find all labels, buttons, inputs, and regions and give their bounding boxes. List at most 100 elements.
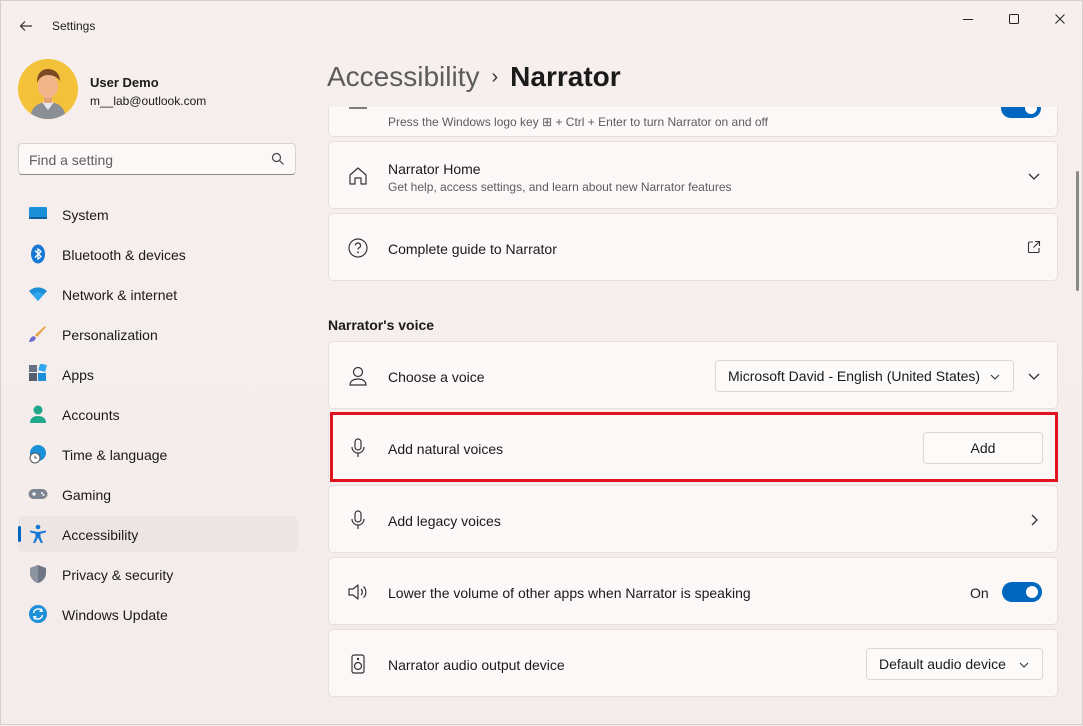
bluetooth-icon — [28, 244, 48, 264]
sidebar-item-label: Personalization — [62, 327, 158, 343]
narrator-guide-title: Complete guide to Narrator — [388, 241, 557, 257]
sidebar-nav: System Bluetooth & devices Network & int… — [18, 196, 298, 636]
maximize-icon — [1009, 14, 1019, 24]
user-email: m__lab@outlook.com — [90, 94, 207, 108]
toggle-knob — [1025, 107, 1037, 114]
narrator-shortcut-description: Press the Windows logo key ⊞ + Ctrl + En… — [388, 115, 769, 129]
narrator-home-title: Narrator Home — [388, 161, 481, 177]
audio-output-card: Narrator audio output device Default aud… — [328, 629, 1058, 697]
chevron-right-icon[interactable] — [1027, 513, 1041, 532]
choose-voice-title: Choose a voice — [388, 369, 485, 385]
speaker-icon — [347, 581, 369, 603]
choose-voice-card[interactable]: Choose a voice Microsoft David - English… — [328, 341, 1058, 409]
sidebar-item-label: Accounts — [62, 407, 120, 423]
person-icon — [28, 404, 48, 424]
sidebar-item-network[interactable]: Network & internet — [18, 276, 298, 312]
legacy-voices-title: Add legacy voices — [388, 513, 501, 529]
voice-dropdown[interactable]: Microsoft David - English (United States… — [715, 360, 1014, 392]
narrator-guide-card[interactable]: Complete guide to Narrator — [328, 213, 1058, 281]
sidebar-item-accounts[interactable]: Accounts — [18, 396, 298, 432]
voice-dropdown-value: Microsoft David - English (United States… — [728, 368, 981, 384]
title-bar: Settings — [1, 1, 1082, 49]
breadcrumb-separator: › — [491, 66, 499, 88]
chevron-down-icon — [989, 370, 1001, 386]
apps-icon — [28, 363, 48, 384]
gamepad-icon — [28, 484, 48, 504]
sidebar-item-apps[interactable]: Apps — [18, 356, 298, 392]
scrollbar-thumb[interactable] — [1076, 171, 1079, 291]
shield-icon — [28, 564, 48, 584]
narrator-home-description: Get help, access settings, and learn abo… — [388, 180, 732, 194]
minimize-button[interactable] — [945, 7, 991, 31]
settings-window: Settings User Demo m__lab@outlook.com Fi… — [0, 0, 1083, 725]
audio-device-icon — [347, 653, 369, 675]
sidebar-item-label: Gaming — [62, 487, 112, 503]
search-input[interactable]: Find a setting — [18, 143, 296, 175]
breadcrumb: Accessibility › Narrator — [327, 61, 621, 93]
audio-output-value: Default audio device — [879, 656, 1006, 672]
back-button[interactable] — [13, 13, 39, 39]
sidebar-item-accessibility[interactable]: Accessibility — [18, 516, 298, 552]
sidebar-item-label: Privacy & security — [62, 567, 174, 583]
natural-voices-title: Add natural voices — [388, 441, 504, 457]
narrator-toggle[interactable] — [1001, 107, 1041, 118]
avatar — [18, 59, 78, 119]
settings-content: Press the Windows logo key ⊞ + Ctrl + En… — [327, 107, 1059, 726]
sidebar-item-label: Bluetooth & devices — [62, 247, 186, 263]
open-external-icon[interactable] — [1027, 240, 1041, 259]
microphone-icon — [347, 509, 369, 531]
sidebar-item-label: Windows Update — [62, 607, 168, 623]
update-icon — [28, 604, 48, 624]
sidebar-item-label: Accessibility — [62, 527, 139, 543]
avatar-image — [18, 59, 78, 119]
sidebar-item-bluetooth[interactable]: Bluetooth & devices — [18, 236, 298, 272]
accessibility-icon — [28, 524, 48, 544]
sidebar-item-personalization[interactable]: Personalization — [18, 316, 298, 352]
user-name: User Demo — [90, 75, 159, 90]
narrator-voice-heading: Narrator's voice — [328, 317, 435, 333]
microphone-icon — [347, 437, 369, 459]
wifi-icon — [28, 284, 48, 304]
natural-voices-card: Add natural voices Add — [328, 413, 1058, 481]
brush-icon — [28, 324, 48, 344]
chevron-down-icon[interactable] — [1027, 369, 1041, 388]
search-icon — [271, 152, 285, 171]
add-natural-voices-button[interactable]: Add — [923, 432, 1043, 464]
maximize-button[interactable] — [991, 7, 1037, 31]
lower-volume-toggle[interactable] — [1002, 582, 1042, 602]
page-title: Narrator — [510, 61, 621, 92]
lower-volume-state: On — [970, 585, 989, 601]
globe-clock-icon — [28, 444, 48, 464]
toggle-knob — [1026, 586, 1038, 598]
sidebar-item-label: Network & internet — [62, 287, 178, 303]
person-voice-icon — [347, 365, 369, 387]
app-title: Settings — [52, 19, 96, 33]
monitor-icon — [28, 204, 48, 224]
home-icon — [347, 165, 369, 187]
audio-output-dropdown[interactable]: Default audio device — [866, 648, 1043, 680]
narrator-home-card[interactable]: Narrator Home Get help, access settings,… — [328, 141, 1058, 209]
sidebar-item-gaming[interactable]: Gaming — [18, 476, 298, 512]
chevron-down-icon — [1018, 658, 1030, 674]
lower-volume-card: Lower the volume of other apps when Narr… — [328, 557, 1058, 625]
search-placeholder: Find a setting — [29, 152, 114, 168]
sidebar-item-label: Apps — [62, 367, 94, 383]
help-icon — [347, 237, 369, 259]
sidebar-item-windows-update[interactable]: Windows Update — [18, 596, 298, 632]
legacy-voices-card[interactable]: Add legacy voices — [328, 485, 1058, 553]
minimize-icon — [963, 19, 973, 20]
sidebar-item-time-language[interactable]: Time & language — [18, 436, 298, 472]
sidebar-item-system[interactable]: System — [18, 196, 298, 232]
close-button[interactable] — [1037, 7, 1083, 31]
back-arrow-icon — [19, 21, 32, 31]
sidebar-item-label: Time & language — [62, 447, 168, 463]
audio-output-title: Narrator audio output device — [388, 657, 565, 673]
close-icon — [1055, 14, 1065, 24]
sidebar-item-privacy[interactable]: Privacy & security — [18, 556, 298, 592]
chevron-down-icon[interactable] — [1027, 169, 1041, 188]
keyboard-icon — [347, 107, 369, 126]
sidebar-item-label: System — [62, 207, 109, 223]
breadcrumb-parent[interactable]: Accessibility — [327, 61, 479, 92]
narrator-toggle-card[interactable]: Press the Windows logo key ⊞ + Ctrl + En… — [328, 107, 1058, 137]
lower-volume-title: Lower the volume of other apps when Narr… — [388, 585, 751, 601]
